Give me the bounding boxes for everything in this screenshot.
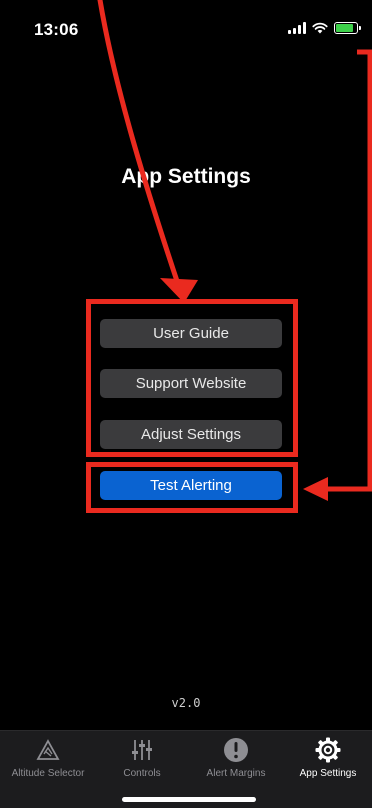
- home-indicator: [122, 797, 256, 802]
- tab-app-settings[interactable]: App Settings: [284, 731, 372, 785]
- tab-label: Altitude Selector: [11, 768, 85, 779]
- tab-altitude-selector[interactable]: Altitude Selector: [0, 731, 96, 785]
- sliders-icon: [131, 737, 153, 763]
- annotation-arrow-right-line: [326, 49, 372, 492]
- tab-label: App Settings: [299, 768, 357, 779]
- alert-circle-icon: [223, 737, 249, 763]
- tab-controls[interactable]: Controls: [96, 731, 188, 785]
- tab-label: Controls: [123, 768, 161, 779]
- tab-alert-margins[interactable]: Alert Margins: [188, 731, 284, 785]
- gear-icon: [315, 737, 341, 763]
- annotation-arrowhead-down: [160, 278, 198, 303]
- annotation-arrows: [97, 0, 372, 501]
- annotation-arrow-curved: [97, 0, 181, 287]
- annotation-arrowhead-left: [303, 477, 328, 501]
- tab-label: Alert Margins: [206, 768, 266, 779]
- version-label: v2.0: [171, 696, 201, 710]
- altitude-selector-icon: [36, 737, 60, 763]
